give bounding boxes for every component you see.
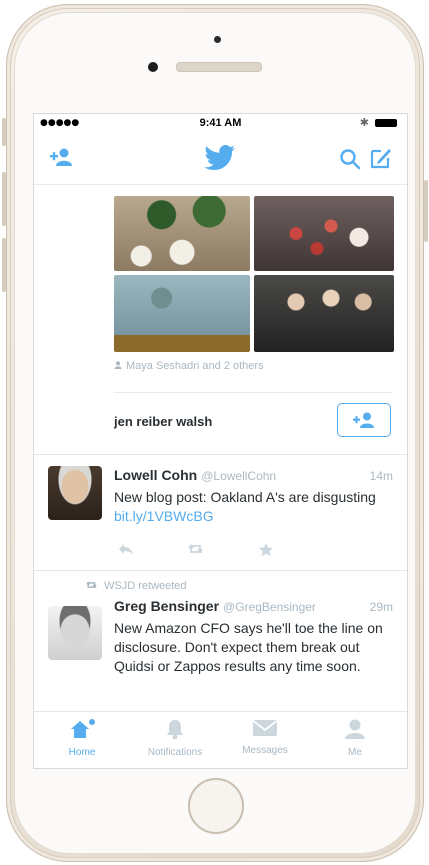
tweet-time: 14m [369, 469, 393, 483]
tweet-time: 29m [369, 600, 393, 614]
status-bar: ●●●●● 9:41 AM ✱ [34, 114, 407, 134]
add-user-icon [353, 412, 374, 428]
bottom-tab-bar: Home Notifications Messages Me [34, 711, 407, 768]
person-icon [114, 361, 122, 369]
favorite-icon[interactable] [258, 542, 328, 558]
tweet[interactable]: WSJD retweeted Greg Bensinger @GregBensin… [34, 570, 407, 712]
tab-notifications[interactable]: Notifications [130, 718, 220, 758]
tweet-text: New blog post: Oakland A's are disgustin… [114, 488, 384, 526]
tagged-people[interactable]: Maya Seshadri and 2 others [114, 360, 264, 372]
photo-grid[interactable] [114, 196, 394, 356]
earpiece-speaker [176, 62, 262, 72]
twitter-bird-icon [204, 144, 236, 177]
tweet-actions [118, 542, 328, 558]
tab-label: Home [68, 747, 96, 758]
author-handle: @LowellCohn [201, 469, 277, 483]
retweet-icon[interactable] [188, 542, 258, 558]
reply-icon[interactable] [118, 542, 188, 558]
top-navbar [34, 136, 407, 185]
tab-label: Notifications [147, 747, 203, 758]
tab-me[interactable]: Me [310, 718, 400, 758]
bell-icon [167, 720, 183, 740]
photo-bottles[interactable] [114, 275, 250, 352]
home-icon [71, 719, 95, 738]
photo-food-tray[interactable] [254, 196, 394, 271]
suggested-user-name[interactable]: jen reiber walsh [114, 414, 212, 429]
volume-up-button [2, 172, 6, 226]
photo-table-setting[interactable] [114, 196, 250, 271]
photo-group[interactable] [254, 275, 394, 352]
envelope-icon [252, 720, 278, 736]
volume-down-button [2, 238, 6, 292]
proximity-sensor [148, 62, 158, 72]
tweet-link[interactable]: bit.ly/1VBWcBG [114, 508, 214, 524]
follow-button[interactable] [337, 403, 391, 437]
tab-label: Me [348, 747, 362, 758]
tweet-author[interactable]: Greg Bensinger @GregBensinger [114, 598, 316, 614]
tweet[interactable]: Lowell Cohn @LowellCohn 14m New blog post… [34, 454, 407, 570]
retweeted-by: WSJD retweeted [86, 580, 187, 592]
retweet-icon [86, 581, 97, 588]
status-time: 9:41 AM [199, 117, 242, 129]
front-camera [214, 36, 221, 43]
mute-switch [2, 118, 6, 146]
author-handle: @GregBensinger [223, 600, 316, 614]
add-user-icon[interactable] [48, 146, 74, 173]
author-name: Lowell Cohn [114, 467, 198, 483]
tab-home[interactable]: Home [37, 718, 127, 758]
compose-icon[interactable] [369, 146, 393, 175]
tweet-body: New blog post: Oakland A's are disgustin… [114, 489, 376, 505]
tweet-author[interactable]: Lowell Cohn @LowellCohn [114, 467, 276, 483]
tweet-text: New Amazon CFO says he'll toe the line o… [114, 620, 383, 674]
search-icon[interactable] [339, 148, 361, 175]
tab-label: Messages [242, 745, 288, 756]
power-button [424, 180, 428, 242]
bluetooth-icon: ✱ [359, 117, 369, 129]
retweeted-by-text: WSJD retweeted [104, 580, 187, 592]
person-icon [345, 719, 365, 739]
author-name: Greg Bensinger [114, 598, 220, 614]
avatar[interactable] [48, 606, 102, 660]
avatar[interactable] [48, 466, 102, 520]
home-button[interactable] [188, 778, 244, 834]
tagged-text: Maya Seshadri and 2 others [126, 360, 264, 372]
battery-icon [375, 119, 397, 127]
divider [114, 392, 392, 393]
app-screen: ●●●●● 9:41 AM ✱ Maya Seshadri and 2 othe… [33, 113, 408, 769]
tab-messages[interactable]: Messages [220, 718, 310, 756]
